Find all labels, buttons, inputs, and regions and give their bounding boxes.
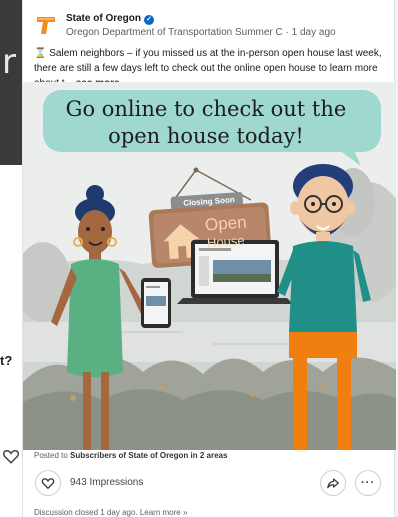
hourglass-icon: ⌛ <box>34 48 47 59</box>
background-heart-icon[interactable] <box>2 447 20 465</box>
posted-to-prefix: Posted to <box>34 451 68 460</box>
author-subtitle: Oregon Department of Transportation Summ… <box>66 27 336 38</box>
sign-house: House <box>206 232 246 251</box>
post-header: State of Oregon ✓ Oregon Department of Tr… <box>23 0 396 42</box>
posted-to: Posted to Subscribers of State of Oregon… <box>34 451 227 460</box>
discussion-closed-notice[interactable]: Discussion closed 1 day ago. Learn more … <box>34 508 187 517</box>
more-dots-icon: ··· <box>361 477 375 489</box>
share-button[interactable] <box>320 470 346 496</box>
post-card: State of Oregon ✓ Oregon Department of Tr… <box>22 0 396 517</box>
posted-to-audience[interactable]: Subscribers of State of Oregon in 2 area… <box>70 451 227 460</box>
author-name[interactable]: State of Oregon ✓ <box>66 13 155 25</box>
background-photo-text: r <box>2 42 16 82</box>
post-image[interactable]: Go online to check out the open house to… <box>23 82 396 450</box>
speech-bubble-text: Go online to check out the open house to… <box>65 97 347 148</box>
background-question-text: t? <box>0 353 13 368</box>
author-name-text[interactable]: State of Oregon <box>66 13 141 24</box>
impressions-count: 943 Impressions <box>70 477 144 488</box>
more-options-button[interactable]: ··· <box>355 470 381 496</box>
share-arrow-icon <box>327 478 339 489</box>
heart-icon <box>41 478 55 490</box>
verified-badge-icon: ✓ <box>144 15 155 25</box>
action-bar: 943 Impressions ··· <box>23 468 396 496</box>
oregon-t-logo[interactable] <box>35 14 57 36</box>
like-button[interactable] <box>35 470 61 496</box>
